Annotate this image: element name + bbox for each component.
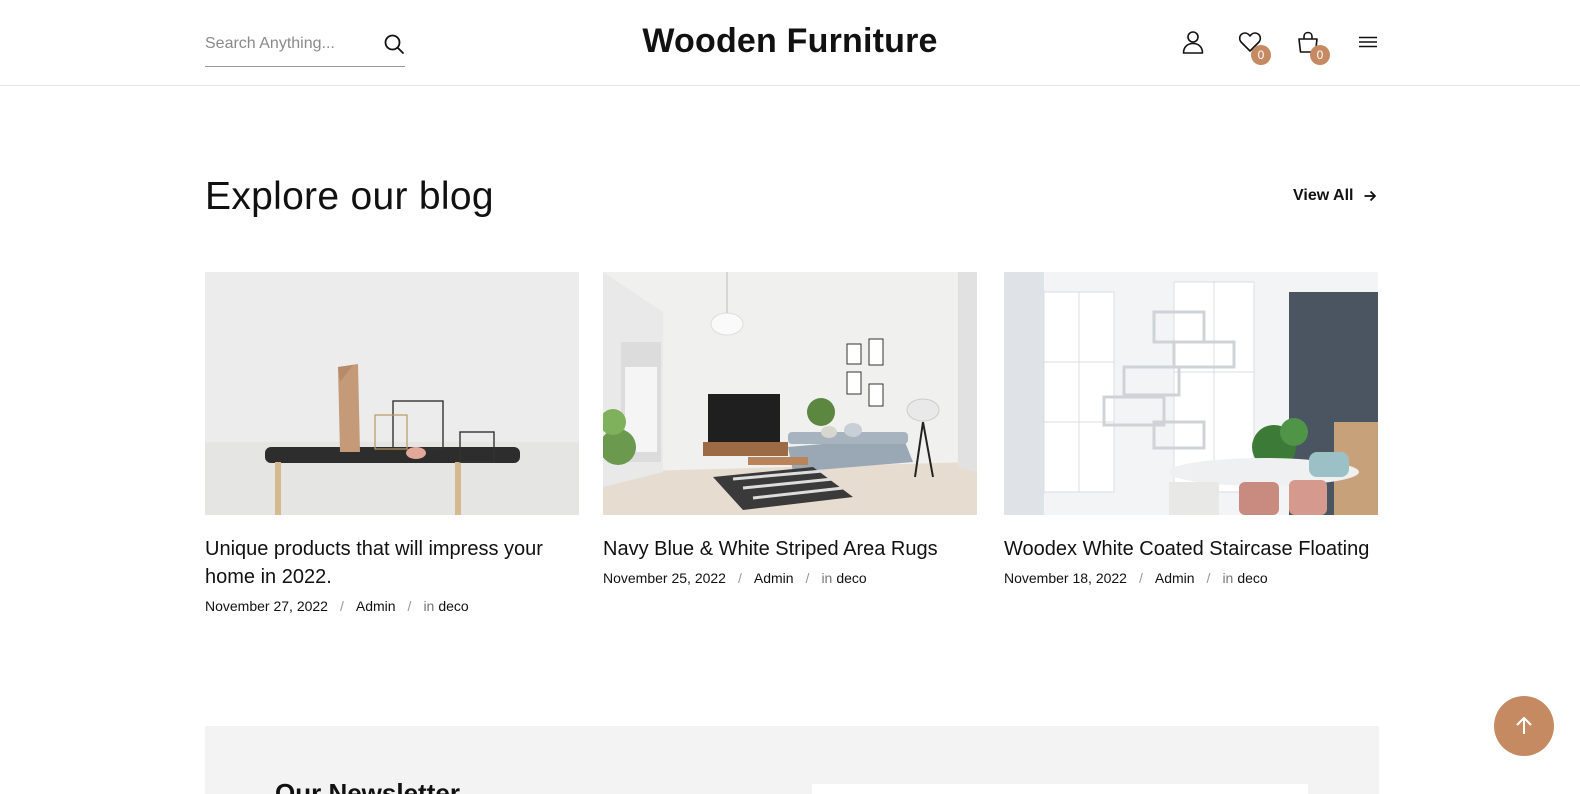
blog-card: Woodex White Coated Staircase Floating N… (1004, 272, 1378, 586)
section-title: Explore our blog (205, 175, 494, 218)
blog-meta: November 27, 2022 / Admin / in deco (205, 598, 579, 614)
blog-author[interactable]: Admin (356, 598, 396, 614)
blog-title[interactable]: Unique products that will impress your h… (205, 535, 579, 591)
scroll-to-top-button[interactable] (1494, 696, 1554, 756)
menu-icon[interactable] (1355, 29, 1381, 55)
blog-category[interactable]: deco (438, 598, 468, 614)
view-all-label: View All (1293, 187, 1354, 204)
view-all-link[interactable]: View All (1293, 187, 1377, 205)
blog-date: November 25, 2022 (603, 570, 726, 586)
meta-separator: / (407, 598, 412, 614)
arrow-right-icon (1364, 190, 1377, 202)
meta-separator: / (1138, 570, 1143, 586)
blog-title[interactable]: Woodex White Coated Staircase Floating (1004, 535, 1378, 563)
meta-separator: / (805, 570, 810, 586)
site-header: Wooden Furniture 0 0 (0, 0, 1580, 86)
blog-author[interactable]: Admin (754, 570, 794, 586)
blog-card: Navy Blue & White Striped Area Rugs Nove… (603, 272, 977, 586)
newsletter-section: Our Newsletter (205, 726, 1379, 794)
user-icon[interactable] (1180, 29, 1206, 55)
in-label: in (423, 598, 435, 614)
blog-title[interactable]: Navy Blue & White Striped Area Rugs (603, 535, 977, 563)
search-box (205, 24, 405, 67)
search-icon[interactable] (382, 32, 406, 56)
blog-meta: November 18, 2022 / Admin / in deco (1004, 570, 1378, 586)
in-label: in (1222, 570, 1234, 586)
meta-separator: / (339, 598, 344, 614)
meta-separator: / (1206, 570, 1211, 586)
search-input[interactable] (205, 32, 365, 56)
newsletter-email-input[interactable] (812, 784, 1308, 794)
meta-separator: / (737, 570, 742, 586)
in-label: in (821, 570, 833, 586)
blog-meta: November 25, 2022 / Admin / in deco (603, 570, 977, 586)
wishlist-count-badge: 0 (1251, 45, 1271, 65)
blog-author[interactable]: Admin (1155, 570, 1195, 586)
blog-date: November 18, 2022 (1004, 570, 1127, 586)
blog-image[interactable] (1004, 272, 1378, 515)
blog-date: November 27, 2022 (205, 598, 328, 614)
arrow-up-icon (1516, 717, 1532, 734)
blog-category[interactable]: deco (1237, 570, 1267, 586)
blog-image[interactable] (603, 272, 977, 515)
cart-count-badge: 0 (1310, 45, 1330, 65)
blog-card: Unique products that will impress your h… (205, 272, 579, 614)
blog-category[interactable]: deco (836, 570, 866, 586)
newsletter-title: Our Newsletter (275, 778, 460, 794)
logo-text[interactable]: Wooden Furniture (642, 22, 937, 60)
blog-image[interactable] (205, 272, 579, 515)
